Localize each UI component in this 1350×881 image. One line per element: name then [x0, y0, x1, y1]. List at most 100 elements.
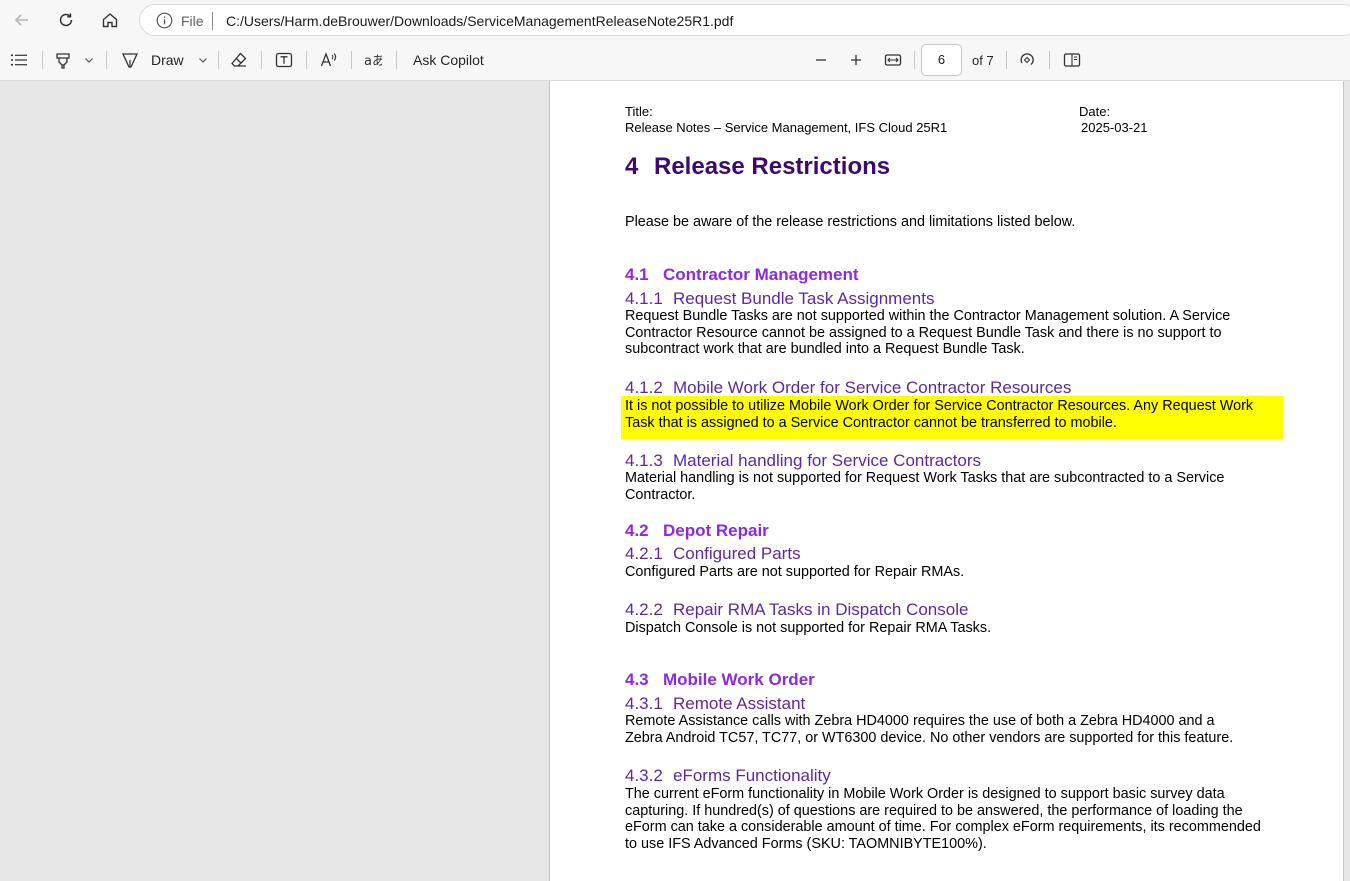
heading-mobile-work-order-contractors: 4.1.2 Mobile Work Order for Service Contr… [625, 378, 1071, 398]
paragraph-material-handling: Material handling is not supported for R… [625, 470, 1225, 503]
page-view-button[interactable] [1063, 48, 1081, 72]
paragraph-remote-assistance: Remote Assistance calls with Zebra HD400… [625, 713, 1234, 746]
paragraph-eforms: The current eForm functionality in Mobil… [625, 786, 1261, 852]
back-arrow-icon [14, 14, 28, 26]
toolbar-divider [914, 51, 915, 69]
refresh-icon [59, 13, 73, 27]
highlight-options-dropdown[interactable] [84, 48, 94, 72]
home-icon [102, 13, 118, 28]
table-of-contents-icon [11, 54, 27, 66]
heading-number: 4.1.2 [625, 378, 663, 397]
page-number-input[interactable]: 6 [921, 44, 962, 76]
zoom-in-button[interactable] [847, 48, 865, 72]
heading-configured-parts: 4.2.1 Configured Parts [625, 544, 801, 564]
heading-number: 4.1.1 [625, 289, 663, 308]
translate-icon: aあ [364, 54, 382, 69]
heading-number: 4.2.2 [625, 600, 663, 619]
heading-text: Repair RMA Tasks in Dispatch Console [673, 600, 969, 619]
draw-options-dropdown[interactable] [198, 48, 208, 72]
date-label: Date: [1079, 104, 1111, 119]
text-box-icon [275, 52, 293, 68]
toolbar-divider [1006, 51, 1007, 69]
draw-label: Draw [151, 52, 184, 68]
heading-contractor-management: 4.1 Contractor Management [625, 265, 859, 285]
heading-number: 4 [625, 153, 639, 180]
heading-release-restrictions: 4 Release Restrictions [625, 153, 890, 181]
svg-text:aあ: aあ [364, 54, 382, 69]
date-value: 2025-03-21 [1081, 120, 1148, 135]
toolbar-divider [106, 51, 107, 69]
heading-text: Remote Assistant [673, 694, 806, 713]
ask-copilot-button[interactable]: Ask Copilot [413, 48, 484, 72]
highlighter-icon [56, 53, 70, 69]
rotate-button[interactable] [1018, 48, 1036, 72]
home-button[interactable] [96, 6, 124, 34]
toolbar-divider [351, 51, 352, 69]
chevron-down-icon [85, 58, 93, 63]
heading-number: 4.1.3 [625, 451, 663, 470]
heading-number: 4.3.1 [625, 694, 663, 713]
heading-number: 4.3 [625, 670, 649, 689]
toolbar-divider [42, 51, 43, 69]
pdf-toolbar: Draw aあ Ask Copilot 6 of 7 [0, 40, 1350, 81]
ask-copilot-label: Ask Copilot [413, 52, 484, 68]
rotate-icon [1020, 53, 1034, 65]
minus-icon [816, 59, 826, 61]
heading-text: Contractor Management [663, 265, 859, 284]
heading-text: Request Bundle Task Assignments [673, 289, 935, 308]
toolbar-divider [306, 51, 307, 69]
heading-depot-repair: 4.2 Depot Repair [625, 521, 769, 541]
heading-text: Mobile Work Order for Service Contractor… [673, 378, 1072, 397]
paragraph-configured-parts: Configured Parts are not supported for R… [625, 564, 965, 580]
erase-button[interactable] [230, 48, 248, 72]
two-page-view-icon [1063, 53, 1081, 67]
heading-text: Configured Parts [673, 544, 801, 563]
chevron-down-icon [199, 58, 207, 63]
contents-button[interactable] [10, 48, 28, 72]
add-text-button[interactable] [275, 48, 293, 72]
translate-button[interactable]: aあ [364, 48, 382, 72]
heading-text: Depot Repair [663, 521, 769, 540]
heading-text: Mobile Work Order [663, 670, 815, 689]
heading-material-handling: 4.1.3 Material handling for Service Contr… [625, 451, 981, 471]
address-input[interactable]: File C:/Users/Harm.deBrouwer/Downloads/S… [139, 4, 1350, 36]
intro-paragraph: Please be aware of the release restricti… [625, 214, 1076, 230]
page-count-label: of 7 [972, 53, 994, 68]
toolbar-divider [261, 51, 262, 69]
info-icon[interactable] [156, 12, 173, 29]
fit-width-icon [884, 54, 902, 66]
toolbar-divider [218, 51, 219, 69]
toolbar-divider [1049, 51, 1050, 69]
heading-number: 4.2 [625, 521, 649, 540]
toolbar-divider [396, 51, 397, 69]
browser-address-bar: File C:/Users/Harm.deBrouwer/Downloads/S… [0, 0, 1350, 40]
back-button[interactable] [8, 6, 36, 34]
heading-text: Material handling for Service Contractor… [673, 451, 982, 470]
draw-button[interactable]: Draw [121, 48, 184, 72]
url-text: C:/Users/Harm.deBrouwer/Downloads/Servic… [226, 13, 734, 29]
highlight-button[interactable] [54, 48, 72, 72]
eraser-icon [231, 52, 247, 67]
heading-number: 4.3.2 [625, 766, 663, 785]
heading-text: eForms Functionality [673, 766, 831, 785]
heading-request-bundle-task-assignments: 4.1.1 Request Bundle Task Assignments [625, 289, 934, 309]
paragraph-repair-rma: Dispatch Console is not supported for Re… [625, 620, 992, 636]
read-aloud-icon [320, 52, 337, 67]
paragraph-request-bundle: Request Bundle Tasks are not supported w… [625, 308, 1231, 358]
zoom-out-button[interactable] [812, 48, 830, 72]
paragraph-mobile-work-order-highlighted: It is not possible to utilize Mobile Wor… [625, 398, 1254, 431]
refresh-button[interactable] [52, 6, 80, 34]
fit-to-width-button[interactable] [884, 48, 902, 72]
heading-text: Release Restrictions [654, 153, 891, 180]
heading-number: 4.2.1 [625, 544, 663, 563]
title-value: Release Notes – Service Management, IFS … [625, 120, 948, 135]
file-scheme-label: File [181, 13, 204, 29]
url-divider [212, 12, 213, 30]
heading-repair-rma-tasks: 4.2.2 Repair RMA Tasks in Dispatch Consol… [625, 600, 968, 620]
read-aloud-button[interactable] [320, 48, 338, 72]
heading-remote-assistant: 4.3.1 Remote Assistant [625, 694, 805, 714]
heading-eforms-functionality: 4.3.2 eForms Functionality [625, 766, 831, 786]
heading-mobile-work-order: 4.3 Mobile Work Order [625, 670, 815, 690]
pen-icon [121, 53, 139, 68]
title-label: Title: [625, 104, 653, 119]
